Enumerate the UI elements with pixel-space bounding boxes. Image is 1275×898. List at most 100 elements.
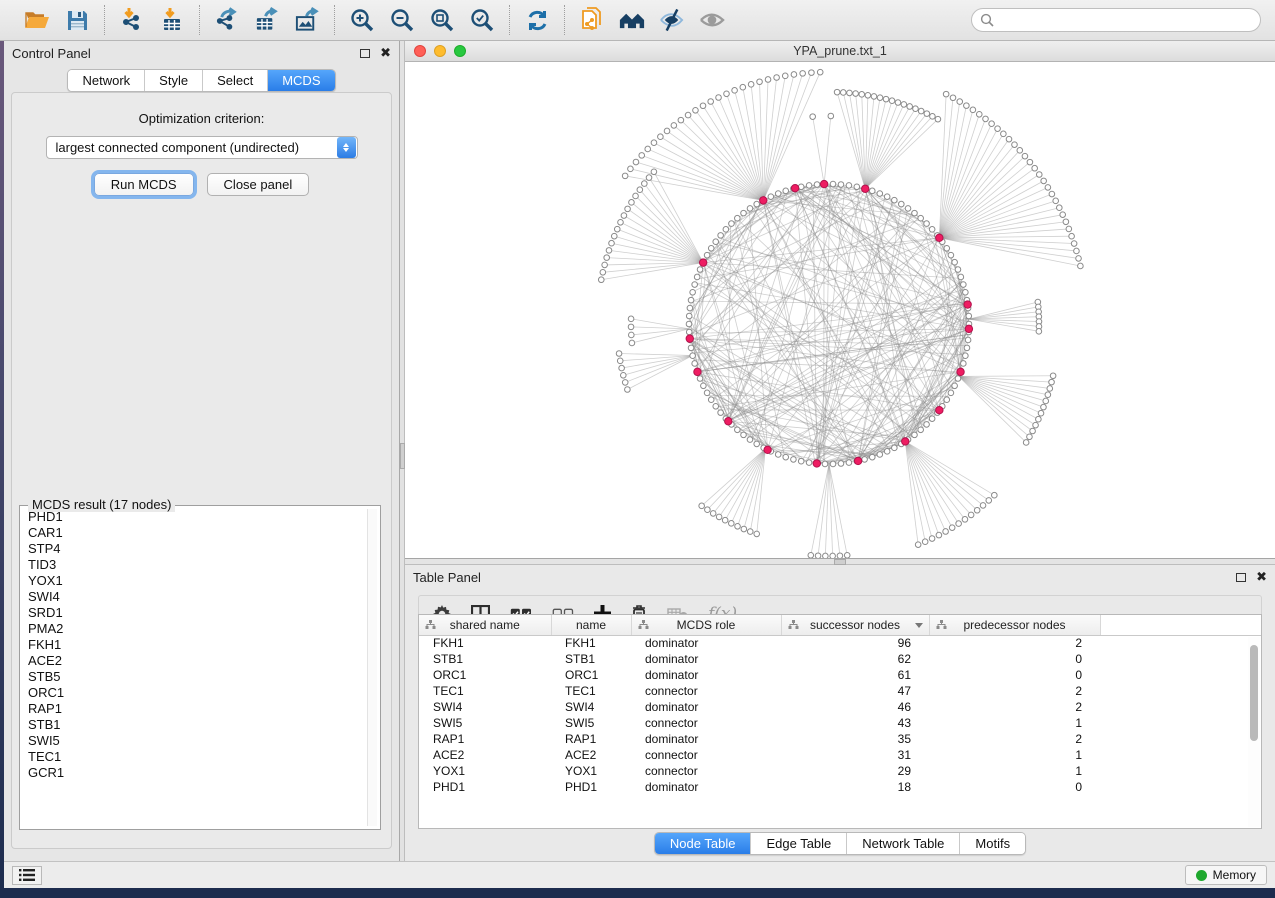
- graph-node[interactable]: [687, 305, 693, 311]
- graph-node[interactable]: [1032, 165, 1038, 171]
- graph-node[interactable]: [1050, 373, 1056, 379]
- cell-MCDS-role[interactable]: dominator: [631, 667, 781, 683]
- graph-node[interactable]: [892, 197, 898, 203]
- graph-node[interactable]: [618, 219, 624, 225]
- cell-MCDS-role[interactable]: dominator: [631, 779, 781, 795]
- cell-successor-nodes[interactable]: 31: [781, 747, 929, 763]
- mcds-result-item[interactable]: TEC1: [23, 749, 366, 765]
- column-header-shared-name[interactable]: shared name: [419, 615, 551, 635]
- zoom-selected-icon[interactable]: [469, 7, 495, 33]
- graph-node[interactable]: [1053, 198, 1059, 204]
- graph-node[interactable]: [970, 107, 976, 113]
- graph-node[interactable]: [907, 104, 913, 110]
- graph-node[interactable]: [604, 255, 610, 261]
- cell-successor-nodes[interactable]: 61: [781, 667, 929, 683]
- run-mcds-button[interactable]: Run MCDS: [94, 173, 194, 196]
- graph-node[interactable]: [943, 529, 949, 535]
- graph-node[interactable]: [974, 507, 980, 513]
- cell-shared-name[interactable]: STB1: [419, 651, 551, 667]
- mcds-node[interactable]: [862, 185, 869, 192]
- graph-node[interactable]: [957, 99, 963, 105]
- cell-name[interactable]: PHD1: [551, 779, 631, 795]
- graph-node[interactable]: [690, 353, 696, 359]
- graph-node[interactable]: [869, 188, 875, 194]
- export-image-icon[interactable]: [294, 7, 320, 33]
- cell-successor-nodes[interactable]: 35: [781, 731, 929, 747]
- graph-node[interactable]: [798, 458, 804, 464]
- graph-node[interactable]: [892, 445, 898, 451]
- graph-node[interactable]: [602, 262, 608, 268]
- graph-node[interactable]: [754, 441, 760, 447]
- graph-node[interactable]: [895, 100, 901, 106]
- graph-node[interactable]: [688, 297, 694, 303]
- graph-node[interactable]: [621, 213, 627, 219]
- graph-node[interactable]: [688, 345, 694, 351]
- graph-node[interactable]: [629, 200, 635, 206]
- graph-node[interactable]: [704, 390, 710, 396]
- mcds-result-item[interactable]: STP4: [23, 541, 366, 557]
- graph-node[interactable]: [952, 383, 958, 389]
- zoom-fit-icon[interactable]: [429, 7, 455, 33]
- table-row[interactable]: STB1STB1dominator620: [419, 651, 1261, 667]
- cell-predecessor-nodes[interactable]: 1: [929, 715, 1100, 731]
- graph-node[interactable]: [924, 422, 930, 428]
- cell-shared-name[interactable]: SWI5: [419, 715, 551, 731]
- cell-shared-name[interactable]: PHD1: [419, 779, 551, 795]
- close-panel-icon[interactable]: ✖: [1256, 571, 1267, 584]
- graph-node[interactable]: [1049, 379, 1055, 385]
- graph-node[interactable]: [708, 99, 714, 105]
- graph-node[interactable]: [983, 116, 989, 122]
- graph-node[interactable]: [1033, 422, 1039, 428]
- tab-node-table[interactable]: Node Table: [655, 833, 752, 854]
- graph-node[interactable]: [765, 77, 771, 83]
- mcds-result-item[interactable]: YOX1: [23, 573, 366, 589]
- graph-node[interactable]: [685, 112, 691, 118]
- cell-name[interactable]: YOX1: [551, 763, 631, 779]
- cell-shared-name[interactable]: SWI4: [419, 699, 551, 715]
- cell-shared-name[interactable]: RAP1: [419, 731, 551, 747]
- graph-node[interactable]: [838, 182, 844, 188]
- graph-node[interactable]: [883, 96, 889, 102]
- mcds-result-item[interactable]: STB1: [23, 717, 366, 733]
- graph-node[interactable]: [783, 188, 789, 194]
- tab-edge-table[interactable]: Edge Table: [751, 833, 847, 854]
- mcds-result-item[interactable]: GCR1: [23, 765, 366, 781]
- graph-node[interactable]: [637, 187, 643, 193]
- graph-node[interactable]: [930, 114, 936, 120]
- graph-node[interactable]: [1045, 185, 1051, 191]
- graph-node[interactable]: [1066, 226, 1072, 232]
- graph-node[interactable]: [901, 102, 907, 108]
- graph-node[interactable]: [728, 521, 734, 527]
- cell-successor-nodes[interactable]: 62: [781, 651, 929, 667]
- graph-node[interactable]: [898, 201, 904, 207]
- criterion-select[interactable]: largest connected component (undirected): [46, 136, 358, 159]
- graph-node[interactable]: [741, 432, 747, 438]
- graph-node[interactable]: [735, 523, 741, 529]
- mcds-result-item[interactable]: ACE2: [23, 653, 366, 669]
- column-header-MCDS-role[interactable]: MCDS role: [631, 615, 781, 635]
- cell-MCDS-role[interactable]: dominator: [631, 635, 781, 651]
- search-input[interactable]: [994, 13, 1252, 27]
- scrollbar-thumb[interactable]: [1250, 645, 1258, 741]
- graph-node[interactable]: [958, 274, 964, 280]
- memory-button[interactable]: Memory: [1185, 865, 1267, 885]
- graph-node[interactable]: [929, 227, 935, 233]
- cell-name[interactable]: SWI5: [551, 715, 631, 731]
- graph-node[interactable]: [1076, 256, 1082, 262]
- cell-MCDS-role[interactable]: connector: [631, 763, 781, 779]
- graph-node[interactable]: [1001, 131, 1007, 137]
- graph-node[interactable]: [692, 282, 698, 288]
- graph-node[interactable]: [639, 153, 645, 159]
- graph-node[interactable]: [782, 73, 788, 79]
- graph-node[interactable]: [929, 416, 935, 422]
- graph-node[interactable]: [922, 539, 928, 545]
- graph-node[interactable]: [622, 173, 628, 179]
- table-row[interactable]: ORC1ORC1dominator610: [419, 667, 1261, 683]
- graph-node[interactable]: [840, 90, 846, 96]
- graph-node[interactable]: [700, 103, 706, 109]
- graph-node[interactable]: [965, 337, 971, 343]
- mcds-result-item[interactable]: PMA2: [23, 621, 366, 637]
- graph-node[interactable]: [924, 221, 930, 227]
- graph-node[interactable]: [775, 191, 781, 197]
- mcds-node[interactable]: [902, 438, 909, 445]
